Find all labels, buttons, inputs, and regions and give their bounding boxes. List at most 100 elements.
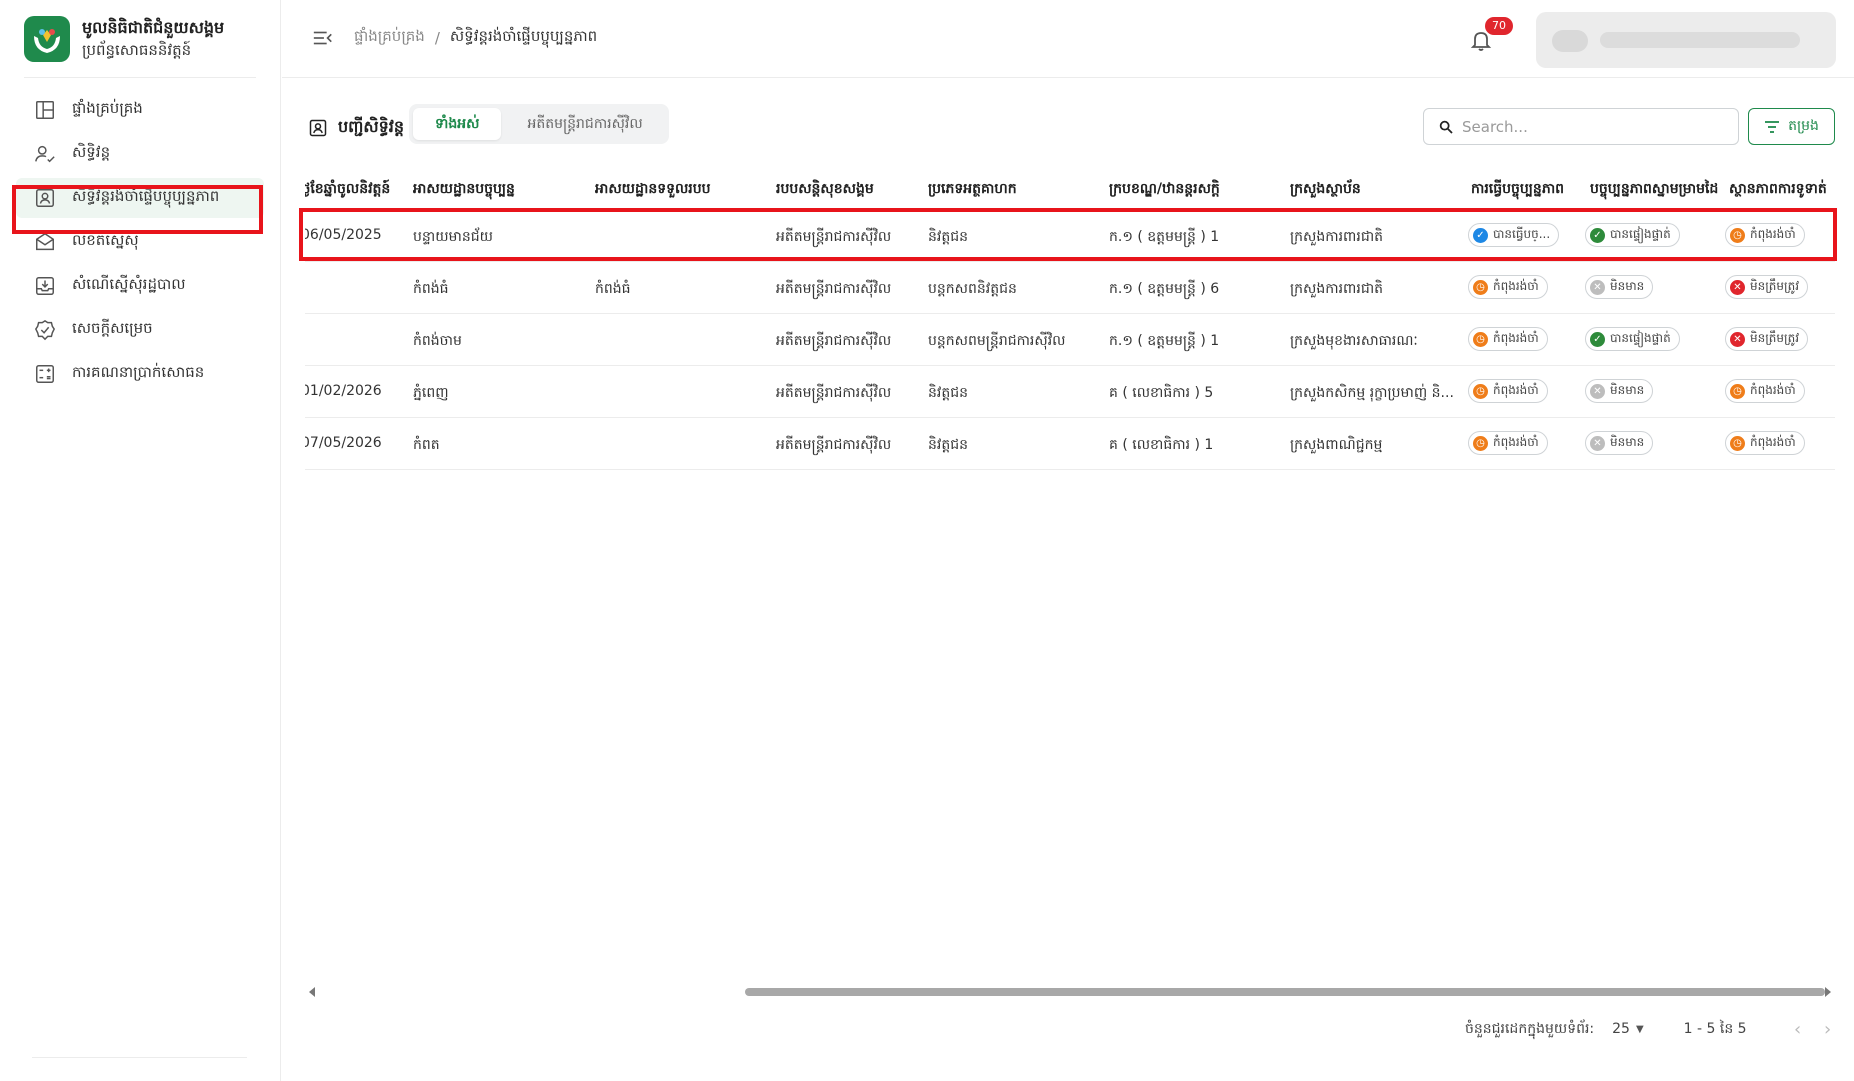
- table-row[interactable]: កំពង់ធំ កំពង់ធំ អតីតមន្ត្រីរាជការស៊ីវិល …: [305, 262, 1835, 314]
- user-name-redacted: [1600, 32, 1800, 48]
- sidebar-item-beneficiaries[interactable]: សិទ្ធិវន្ត: [16, 134, 264, 174]
- cell-retire-date: 01/02/2026: [305, 383, 382, 399]
- divider: [32, 1057, 247, 1058]
- cell-current-address: បន្ទាយមានជ័យ: [413, 229, 493, 245]
- rows-per-page-select[interactable]: 25 ▼: [1612, 1021, 1644, 1037]
- horizontal-scrollbar[interactable]: [305, 985, 1835, 999]
- breadcrumb-home[interactable]: ផ្ទាំងគ្រប់គ្រង: [354, 27, 425, 49]
- sidebar-item-dashboard[interactable]: ផ្ទាំងគ្រប់គ្រង: [16, 90, 264, 130]
- status-badge: ✕ មិនមាន: [1585, 275, 1654, 299]
- cell-scheme: អតីតមន្ត្រីរាជការស៊ីវិល: [776, 281, 892, 297]
- cell-type: បន្តកសពនិវត្តជន: [928, 281, 1017, 297]
- x-circle-icon: ✕: [1590, 383, 1605, 399]
- cell-rank: គ ( លេខាធិការ ) 1: [1109, 437, 1214, 453]
- sidebar-item-requests[interactable]: លិខិតស្នើសុំ: [16, 222, 264, 262]
- cell-ministry: ក្រសួងការពារជាតិ: [1290, 229, 1384, 245]
- sidebar-item-label: ការគណនាប្រាក់សោធន: [72, 363, 205, 381]
- dashboard-icon: [36, 101, 54, 119]
- sidebar-item-admin-requests[interactable]: សំណើស្នើសុំរដ្ឋបាល: [16, 266, 264, 306]
- brand[interactable]: មូលនិធិជាតិជំនួយសង្គម ប្រព័ន្ធសោធននិវត្ត…: [24, 16, 224, 62]
- beneficiary-table: ថ្ងៃខែឆ្នាំចូលនិវត្តន៍ អាសយដ្ឋានបច្ចុប្ប…: [305, 167, 1835, 997]
- download-tray-icon: [36, 277, 54, 295]
- filter-button[interactable]: តម្រង: [1748, 108, 1835, 145]
- filter-label: តម្រង: [1788, 118, 1819, 134]
- clock-icon: ◷: [1730, 227, 1745, 243]
- column-header[interactable]: ក្រសួងស្ថាប័ន: [1290, 179, 1361, 200]
- scroll-right-icon[interactable]: [1825, 987, 1831, 997]
- cell-scheme: អតីតមន្ត្រីរាជការស៊ីវិល: [776, 437, 892, 453]
- clock-icon: ◷: [1730, 435, 1745, 451]
- cell-type: និវត្តជន: [928, 437, 968, 453]
- user-menu[interactable]: [1536, 12, 1836, 68]
- column-header[interactable]: ថ្ងៃខែឆ្នាំចូលនិវត្តន៍: [305, 179, 390, 200]
- previous-page-button[interactable]: ‹: [1783, 1014, 1813, 1044]
- cell-scheme: អតីតមន្ត្រីរាជការស៊ីវិល: [776, 385, 892, 401]
- scrollbar-thumb[interactable]: [745, 988, 1825, 996]
- table-row[interactable]: 07/05/2026 កំពត អតីតមន្ត្រីរាជការស៊ីវិល …: [305, 418, 1835, 470]
- sidebar-item-label: សិទ្ធិវន្ត: [72, 143, 111, 161]
- avatar: [1552, 30, 1588, 52]
- top-header: ផ្ទាំងគ្រប់គ្រង / សិទ្ធិវន្តរង់ចាំផ្ទើបប…: [282, 0, 1854, 78]
- search-input[interactable]: [1462, 117, 1722, 136]
- status-badge: ✓ បានធ្វើបច្...: [1468, 223, 1560, 247]
- cell-current-address: ភ្នំពេញ: [413, 385, 449, 401]
- sidebar-item-pension-calculation[interactable]: ការគណនាប្រាក់សោធន: [16, 354, 264, 394]
- rows-per-page-label: ចំនួនជួរដេកក្នុងមួយទំព័រ:: [1465, 1020, 1595, 1037]
- cell-ministry: ក្រសួងពាណិជ្ជកម្ម: [1290, 437, 1383, 453]
- status-badge: ◷ កំពុងរង់ចាំ: [1468, 327, 1548, 351]
- cell-ministry: ក្រសួងការពារជាតិ: [1290, 281, 1384, 297]
- tab-bar: ទាំងអស់ អតីតមន្ត្រីរាជការស៊ីវិល: [409, 104, 669, 144]
- app-logo-icon: [24, 16, 70, 62]
- table-header: ថ្ងៃខែឆ្នាំចូលនិវត្តន៍ អាសយដ្ឋានបច្ចុប្ប…: [305, 167, 1835, 209]
- cell-retire-date: 06/05/2025: [305, 227, 382, 243]
- cell-receive-address: កំពង់ធំ: [595, 281, 631, 297]
- table-row[interactable]: 01/02/2026 ភ្នំពេញ អតីតមន្ត្រីរាជការស៊ីវ…: [305, 366, 1835, 418]
- status-badge: ◷ កំពុងរង់ចាំ: [1468, 379, 1548, 403]
- cell-rank: ក.១ ( ឧត្តមមន្ត្រី ) 1: [1109, 229, 1220, 245]
- column-header[interactable]: ការធ្វើបច្ចុប្បន្នភាព: [1471, 179, 1564, 200]
- status-badge: ✓ បានផ្ទៀងផ្ទាត់: [1585, 223, 1680, 247]
- chevron-down-icon: ▼: [1635, 1023, 1644, 1035]
- status-badge: ◷ កំពុងរង់ចាំ: [1725, 431, 1805, 455]
- menu-collapse-icon[interactable]: [312, 27, 334, 49]
- page-range: 1 - 5 នៃ 5: [1683, 1020, 1747, 1037]
- table-row[interactable]: 06/05/2025 បន្ទាយមានជ័យ អតីតមន្ត្រីរាជកា…: [305, 210, 1835, 262]
- divider: [24, 77, 256, 78]
- brand-title: មូលនិធិជាតិជំនួយសង្គម: [82, 18, 225, 37]
- cell-rank: ក.១ ( ឧត្តមមន្ត្រី ) 6: [1109, 281, 1220, 297]
- verified-badge-icon: [34, 319, 56, 341]
- notification-badge: 70: [1485, 17, 1513, 35]
- cell-ministry: ក្រសួងមុខងារសាធារណៈ: [1290, 333, 1418, 349]
- check-circle-icon: ✓: [1590, 331, 1605, 347]
- tab-former-civil-servants[interactable]: អតីតមន្ត្រីរាជការស៊ីវិល: [505, 108, 664, 140]
- column-header[interactable]: បច្ចុប្បន្នភាពស្នាមម្រាមដៃ: [1590, 179, 1718, 200]
- column-header[interactable]: របបសន្តិសុខសង្គម: [776, 179, 874, 200]
- status-badge: ◷ កំពុងរង់ចាំ: [1725, 379, 1805, 403]
- column-header[interactable]: ក្របខណ្ឌ/ឋានន្តរសក្តិ: [1109, 179, 1220, 200]
- cell-type: និវត្តជន: [928, 385, 968, 401]
- status-badge: ✕ មិនមាន: [1585, 379, 1654, 403]
- status-badge: ◷ កំពុងរង់ចាំ: [1468, 431, 1548, 455]
- cell-scheme: អតីតមន្ត្រីរាជការស៊ីវិល: [776, 229, 892, 245]
- column-header[interactable]: ស្ថានភាពការទូទាត់: [1729, 179, 1827, 200]
- status-badge: ◷ កំពុងរង់ចាំ: [1725, 223, 1805, 247]
- column-header[interactable]: អាសយដ្ឋានបច្ចុប្បន្ន: [413, 179, 515, 200]
- cell-scheme: អតីតមន្ត្រីរាជការស៊ីវិល: [776, 333, 892, 349]
- sidebar-item-decisions[interactable]: សេចក្តីសម្រេច: [16, 310, 264, 350]
- breadcrumb-separator: /: [434, 29, 440, 47]
- scroll-left-icon[interactable]: [309, 987, 315, 997]
- tab-all[interactable]: ទាំងអស់: [413, 108, 502, 140]
- x-circle-icon: ✕: [1590, 435, 1605, 451]
- check-circle-icon: ✓: [1590, 227, 1605, 243]
- sidebar-item-pending-update[interactable]: សិទ្ធិវន្តរង់ចាំផ្ទើបប្ចុប្បន្នភាព: [16, 178, 264, 218]
- cell-type: បន្តកសពមន្ត្រីរាជការស៊ីវិល: [928, 333, 1066, 349]
- clock-icon: ◷: [1473, 331, 1488, 347]
- next-page-button[interactable]: ›: [1813, 1014, 1843, 1044]
- user-check-icon: [35, 145, 55, 163]
- clock-icon: ◷: [1473, 435, 1488, 451]
- column-header[interactable]: ប្រភេទអត្ថគាហក: [928, 179, 1017, 200]
- column-header[interactable]: អាសយដ្ឋានទទួលរបប: [595, 179, 711, 200]
- cell-rank: គ ( លេខាធិការ ) 5: [1109, 385, 1214, 401]
- clock-icon: ◷: [1473, 279, 1488, 295]
- table-row[interactable]: កំពង់ចាម អតីតមន្ត្រីរាជការស៊ីវិល បន្តកសព…: [305, 314, 1835, 366]
